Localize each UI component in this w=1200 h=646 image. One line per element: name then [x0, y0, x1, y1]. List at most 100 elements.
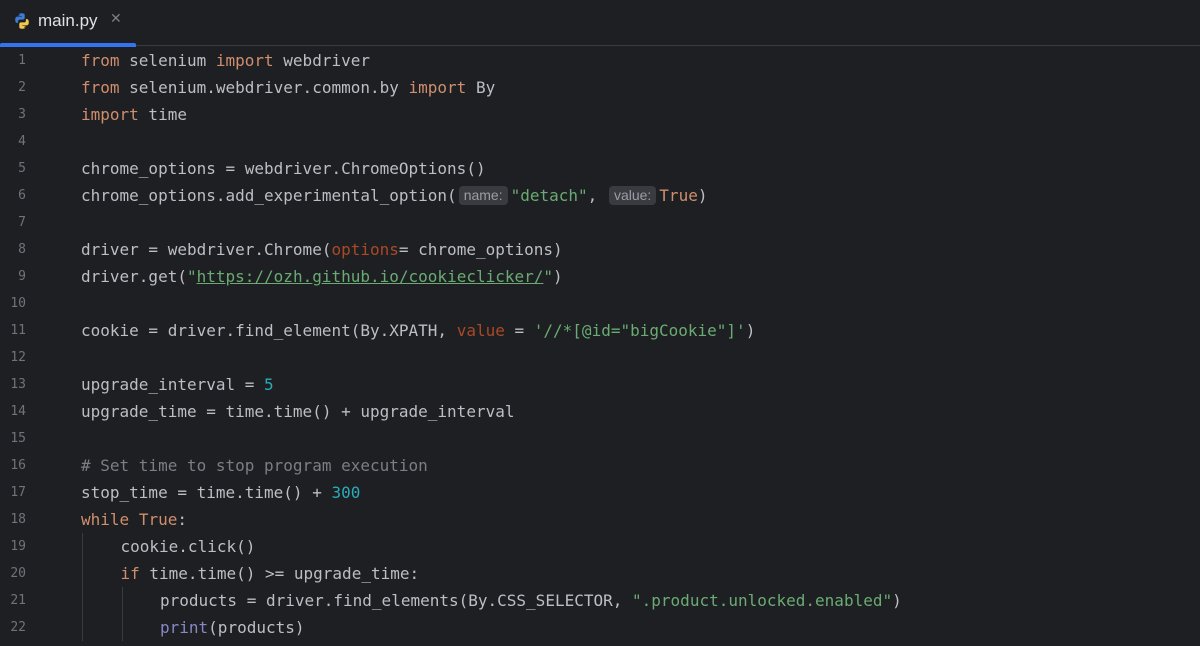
code-line[interactable]: 6 chrome_options.add_experimental_option(…: [0, 182, 1200, 209]
code-token: selenium: [119, 51, 216, 70]
code-token: while: [81, 510, 130, 529]
code-text: upgrade_time = time.time() + upgrade_int…: [81, 398, 514, 425]
line-number: 5: [18, 161, 26, 176]
code-token: True: [659, 186, 698, 205]
line-number: 21: [10, 593, 26, 608]
code-text: driver.get("https://ozh.github.io/cookie…: [81, 263, 563, 290]
code-token: upgrade_interval =: [81, 375, 265, 394]
code-token: import: [81, 105, 139, 124]
python-icon: [15, 13, 29, 29]
code-token: '//*[@id="bigCookie"]': [533, 321, 746, 340]
code-line[interactable]: 13 upgrade_interval = 5: [0, 371, 1200, 398]
code-line[interactable]: 12: [0, 344, 1200, 371]
line-number: 9: [18, 269, 26, 284]
code-text: cookie = driver.find_element(By.XPATH, v…: [81, 317, 755, 344]
code-token: True: [138, 510, 178, 529]
line-number: 8: [18, 242, 26, 257]
code-token: webdriver: [273, 51, 370, 70]
code-line[interactable]: 20 if time.time() >= upgrade_time:: [0, 560, 1200, 587]
parameter-hint: value:: [608, 186, 657, 205]
code-line[interactable]: 10: [0, 290, 1200, 317]
code-token: import: [408, 78, 467, 97]
code-token: import: [215, 51, 274, 70]
editor-tab-bar: main.py ✕: [0, 0, 1200, 47]
code-text: if time.time() >= upgrade_time:: [121, 560, 420, 587]
code-text: from selenium.webdriver.common.by import…: [81, 74, 495, 101]
line-number: 18: [10, 512, 26, 527]
code-token: :: [177, 510, 187, 529]
code-token: chrome_options.add_experimental_option(: [81, 186, 457, 205]
line-number: 19: [10, 539, 26, 554]
line-number: 15: [10, 431, 26, 446]
code-token: =: [504, 321, 534, 340]
code-token: By: [466, 78, 496, 97]
code-line[interactable]: 16 # Set time to stop program execution: [0, 452, 1200, 479]
code-token: products = driver.find_elements(By.CSS_S…: [160, 591, 633, 610]
line-number: 4: [18, 134, 26, 149]
line-number: 1: [18, 53, 26, 68]
code-token: chrome_options = webdriver.ChromeOptions…: [81, 159, 486, 178]
code-line[interactable]: 21 products = driver.find_elements(By.CSS…: [0, 587, 1200, 614]
code-line[interactable]: 3 import time: [0, 101, 1200, 128]
code-token: cookie = driver.find_element(By.XPATH,: [81, 321, 457, 340]
code-token: from: [81, 51, 120, 70]
code-token: ,: [587, 186, 607, 205]
code-token: ".product.unlocked.enabled": [632, 591, 893, 610]
line-number: 12: [10, 350, 26, 365]
indent-guide: [82, 560, 83, 587]
line-number: 14: [10, 404, 26, 419]
code-line[interactable]: 17 stop_time = time.time() + 300: [0, 479, 1200, 506]
code-text: import time: [81, 101, 187, 128]
code-text: driver = webdriver.Chrome(options= chrom…: [81, 236, 563, 263]
code-line[interactable]: 8 driver = webdriver.Chrome(options= chro…: [0, 236, 1200, 263]
code-token: 300: [331, 483, 361, 502]
code-line[interactable]: 5 chrome_options = webdriver.ChromeOption…: [0, 155, 1200, 182]
code-line[interactable]: 4: [0, 128, 1200, 155]
code-text: chrome_options.add_experimental_option(n…: [81, 182, 707, 209]
code-editor[interactable]: 1 from selenium import webdriver 2 from sel…: [0, 47, 1200, 646]
close-icon[interactable]: ✕: [110, 11, 122, 27]
line-number: 20: [10, 566, 26, 581]
indent-guide: [82, 614, 83, 641]
code-text: while True:: [81, 506, 187, 533]
line-number: 16: [10, 458, 26, 473]
line-number: 10: [10, 296, 26, 311]
code-token: from: [81, 78, 120, 97]
line-number: 11: [10, 323, 26, 338]
code-token: ": [186, 267, 197, 286]
code-token: ): [745, 321, 756, 340]
code-line[interactable]: 11 cookie = driver.find_element(By.XPATH,…: [0, 317, 1200, 344]
code-text: cookie.click(): [121, 533, 256, 560]
code-token: driver.get(: [81, 267, 187, 286]
line-number: 7: [18, 215, 26, 230]
code-line[interactable]: 22 print(products): [0, 614, 1200, 641]
indent-guide: [121, 587, 123, 614]
code-token: driver = webdriver.Chrome(: [81, 240, 332, 259]
code-line[interactable]: 2 from selenium.webdriver.common.by impor…: [0, 74, 1200, 101]
tab-filename: main.py: [38, 11, 98, 30]
code-line[interactable]: 15: [0, 425, 1200, 452]
code-token: stop_time = time.time() +: [81, 483, 332, 502]
code-line[interactable]: 9 driver.get("https://ozh.github.io/cooki…: [0, 263, 1200, 290]
code-line[interactable]: 19 cookie.click(): [0, 533, 1200, 560]
indent-guide: [82, 533, 83, 560]
line-number: 3: [18, 107, 26, 122]
code-line[interactable]: 7: [0, 209, 1200, 236]
code-line[interactable]: 18 while True:: [0, 506, 1200, 533]
code-line[interactable]: 14 upgrade_time = time.time() + upgrade_i…: [0, 398, 1200, 425]
line-number: 13: [10, 377, 26, 392]
line-number: 6: [18, 188, 26, 203]
code-text: from selenium import webdriver: [81, 47, 370, 74]
code-token: time: [138, 105, 187, 124]
code-token: https://ozh.github.io/cookieclicker/: [196, 267, 544, 286]
indent-guide: [82, 587, 83, 614]
code-text: upgrade_interval = 5: [81, 371, 274, 398]
code-line[interactable]: 1 from selenium import webdriver: [0, 47, 1200, 74]
indent-guide: [121, 614, 123, 641]
code-token: 5: [264, 375, 274, 394]
tab-main-py[interactable]: main.py ✕: [0, 0, 136, 47]
code-token: ": [543, 267, 554, 286]
code-text: stop_time = time.time() + 300: [81, 479, 360, 506]
code-text: chrome_options = webdriver.ChromeOptions…: [81, 155, 486, 182]
